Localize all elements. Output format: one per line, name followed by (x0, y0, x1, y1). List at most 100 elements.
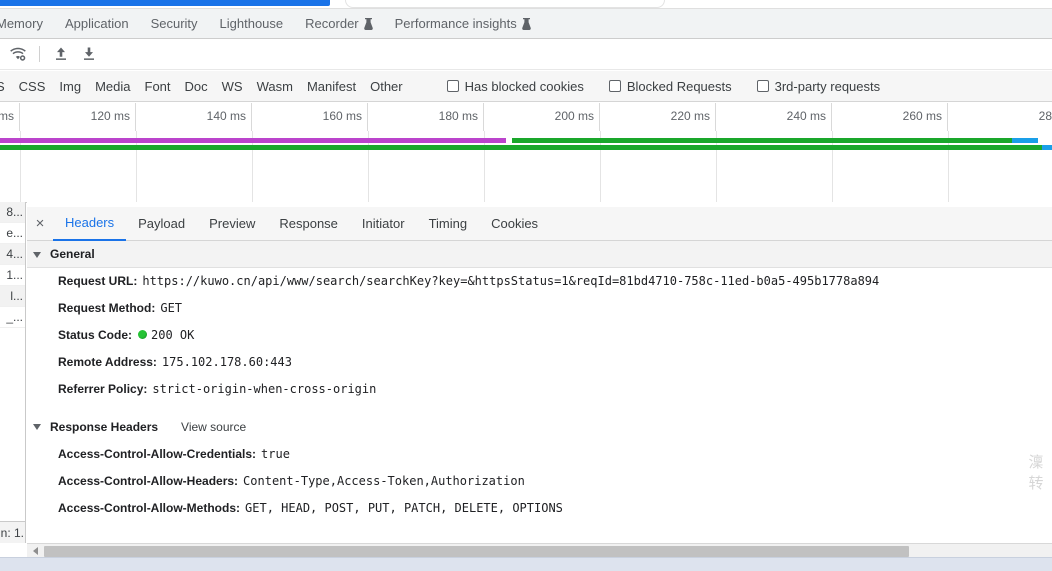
key-label: Access-Control-Allow-Credentials: (58, 447, 257, 461)
timeline-tick: 240 ms (716, 103, 832, 131)
horizontal-scrollbar[interactable] (27, 543, 1052, 558)
key-label: Request Method: (58, 301, 156, 315)
has-blocked-cookies-checkbox[interactable]: Has blocked cookies (438, 79, 593, 94)
tab-preview[interactable]: Preview (197, 207, 267, 241)
tab-payload[interactable]: Payload (126, 207, 197, 241)
key-label: Access-Control-Allow-Headers: (58, 474, 239, 488)
timeline-tick-label: 120 ms (90, 109, 130, 123)
active-browser-tab[interactable] (0, 0, 330, 6)
value-text: Content-Type,Access-Token,Authorization (243, 474, 525, 488)
inactive-browser-tab[interactable] (345, 0, 665, 8)
value-text: GET (160, 301, 183, 315)
import-har-icon[interactable] (47, 41, 75, 67)
filter-type-font[interactable]: Font (138, 79, 178, 94)
checkbox-box (446, 80, 459, 92)
experiment-flask-icon (521, 17, 531, 30)
request-list-column[interactable]: 8... e... 4... 1... l... _... n: 1. (0, 202, 26, 543)
timeline-tick-label: 280 m (1038, 109, 1052, 123)
export-har-icon[interactable] (75, 41, 103, 67)
timeline-tick: 200 ms (484, 103, 600, 131)
scrollbar-thumb[interactable] (44, 545, 909, 557)
timeline-tick-label: 200 ms (554, 109, 594, 123)
response-headers-section-title: Response Headers (50, 419, 159, 434)
general-row-remote-address: Remote Address: 175.102.178.60:443 (27, 349, 1052, 376)
checkbox-box (608, 80, 621, 92)
timeline-tick: 140 ms (136, 103, 252, 131)
tab-security-label: Security (150, 16, 198, 31)
timeline-tick-label: 240 ms (786, 109, 826, 123)
list-item[interactable]: 1... (0, 265, 25, 286)
filter-type-other[interactable]: Other (363, 79, 410, 94)
list-item[interactable]: _... (0, 307, 25, 328)
timeline-tick-label: 260 ms (902, 109, 942, 123)
tab-application[interactable]: Application (54, 9, 140, 38)
tab-performance-insights[interactable]: Performance insights (384, 9, 542, 38)
list-item[interactable]: 8... (0, 202, 25, 223)
list-item[interactable]: l... (0, 286, 25, 307)
blocked-requests-checkbox[interactable]: Blocked Requests (600, 79, 741, 94)
general-section-header[interactable]: General (27, 241, 1052, 268)
timeline-bar-blue-tail (1042, 145, 1052, 150)
filter-type-js[interactable]: S (0, 79, 12, 94)
close-icon[interactable]: × (27, 207, 53, 241)
timeline-tick: 160 ms (252, 103, 368, 131)
list-item[interactable]: 4... (0, 244, 25, 265)
list-item[interactable]: e... (0, 223, 25, 244)
filter-type-img[interactable]: Img (52, 79, 88, 94)
general-row-status-code: Status Code: 200 OK (27, 322, 1052, 349)
browser-tabstrip (0, 0, 1052, 9)
key-label: Access-Control-Allow-Methods: (58, 501, 241, 515)
timeline-tick: 280 m (948, 103, 1052, 131)
filter-type-wasm[interactable]: Wasm (250, 79, 300, 94)
tab-memory-label: Memory (0, 16, 43, 31)
value-text: true (261, 447, 290, 461)
tab-initiator[interactable]: Initiator (350, 207, 417, 241)
timeline-bar-green-secondary (0, 145, 1042, 150)
tab-memory[interactable]: Memory (0, 9, 54, 38)
timeline-ruler: ms 120 ms 140 ms 160 ms 180 ms 200 ms 22… (0, 103, 1052, 131)
key-label: Status Code: (58, 328, 133, 342)
key-label: Remote Address: (58, 355, 157, 369)
response-header-row: Access-Control-Allow-Credentials: true (27, 441, 1052, 468)
third-party-requests-label: 3rd-party requests (774, 78, 881, 94)
experiment-flask-icon (363, 17, 373, 30)
tab-response[interactable]: Response (267, 207, 350, 241)
toolbar-separator (39, 46, 40, 62)
tab-headers[interactable]: Headers (53, 207, 127, 241)
filter-type-media[interactable]: Media (88, 79, 137, 94)
network-toolbar (0, 39, 1052, 70)
network-throttle-icon[interactable] (4, 41, 32, 67)
timeline-tick: 120 ms (20, 103, 136, 131)
tab-lighthouse[interactable]: Lighthouse (209, 9, 295, 38)
network-filter-row: S CSS Img Media Font Doc WS Wasm Manifes… (0, 71, 1052, 102)
has-blocked-cookies-label: Has blocked cookies (464, 78, 584, 94)
timeline-bar-purple (0, 138, 506, 143)
tab-security[interactable]: Security (140, 9, 209, 38)
filter-type-doc[interactable]: Doc (178, 79, 215, 94)
tab-timing[interactable]: Timing (417, 207, 480, 241)
view-source-link[interactable]: View source (181, 420, 246, 434)
value-text[interactable]: https://kuwo.cn/api/www/search/searchKey… (142, 273, 879, 290)
tab-recorder[interactable]: Recorder (294, 9, 383, 38)
filter-type-ws[interactable]: WS (215, 79, 250, 94)
timeline-tick-label: 220 ms (670, 109, 710, 123)
third-party-requests-checkbox[interactable]: 3rd-party requests (748, 79, 890, 94)
response-headers-section-header[interactable]: Response Headers View source (27, 412, 1052, 441)
page-watermark: 澟转 (1028, 453, 1044, 492)
general-section-title: General (50, 247, 95, 261)
tab-cookies[interactable]: Cookies (479, 207, 550, 241)
timeline-tick-label: 180 ms (438, 109, 478, 123)
chevron-down-icon (33, 251, 41, 258)
tab-lighthouse-label: Lighthouse (219, 16, 284, 31)
devtools-network-panel: Memory Application Security Lighthouse R… (0, 0, 1052, 571)
timeline-tick: ms (0, 103, 20, 131)
timeline-tick: 180 ms (368, 103, 484, 131)
tab-application-label: Application (64, 16, 129, 31)
network-overview-timeline[interactable]: ms 120 ms 140 ms 160 ms 180 ms 200 ms 22… (0, 103, 1052, 203)
filter-type-css[interactable]: CSS (12, 79, 53, 94)
timeline-tick: 220 ms (600, 103, 716, 131)
timeline-tick-label: ms (0, 109, 14, 123)
filter-type-manifest[interactable]: Manifest (300, 79, 363, 94)
value-text: GET, HEAD, POST, PUT, PATCH, DELETE, OPT… (245, 501, 563, 515)
key-label: Referrer Policy: (58, 382, 148, 396)
